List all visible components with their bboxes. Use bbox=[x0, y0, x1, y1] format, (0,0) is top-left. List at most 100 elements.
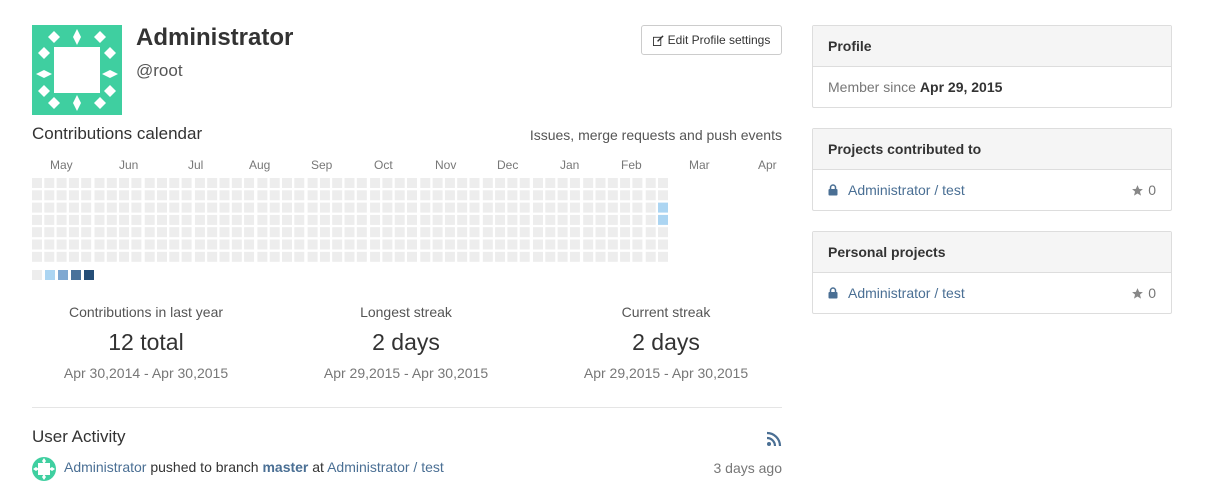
calendar-day[interactable] bbox=[294, 190, 305, 201]
calendar-day[interactable] bbox=[344, 227, 355, 238]
calendar-day[interactable] bbox=[370, 239, 381, 250]
calendar-day[interactable] bbox=[32, 214, 42, 225]
calendar-day[interactable] bbox=[294, 178, 305, 188]
calendar-day[interactable] bbox=[282, 202, 292, 213]
calendar-day[interactable] bbox=[44, 190, 55, 201]
calendar-day[interactable] bbox=[32, 239, 42, 250]
calendar-day[interactable] bbox=[169, 227, 180, 238]
calendar-day[interactable] bbox=[370, 178, 381, 188]
calendar-day[interactable] bbox=[231, 214, 242, 225]
calendar-day[interactable] bbox=[356, 178, 367, 188]
calendar-day[interactable] bbox=[44, 227, 55, 238]
calendar-day[interactable] bbox=[469, 178, 480, 188]
calendar-day[interactable] bbox=[519, 227, 530, 238]
calendar-day[interactable] bbox=[607, 239, 618, 250]
calendar-day[interactable] bbox=[632, 227, 643, 238]
calendar-day[interactable] bbox=[432, 178, 443, 188]
calendar-day[interactable] bbox=[257, 190, 268, 201]
calendar-day[interactable] bbox=[307, 190, 318, 201]
calendar-day[interactable] bbox=[319, 239, 330, 250]
calendar-day[interactable] bbox=[469, 202, 480, 213]
calendar-day[interactable] bbox=[457, 190, 468, 201]
calendar-day[interactable] bbox=[507, 190, 518, 201]
calendar-day[interactable] bbox=[344, 202, 355, 213]
calendar-day[interactable] bbox=[307, 251, 318, 262]
calendar-day[interactable] bbox=[68, 214, 79, 225]
calendar-day[interactable] bbox=[106, 178, 117, 188]
edit-profile-button[interactable]: Edit Profile settings bbox=[641, 25, 782, 55]
calendar-day[interactable] bbox=[157, 251, 167, 262]
calendar-day[interactable] bbox=[394, 190, 405, 201]
calendar-day[interactable] bbox=[583, 178, 594, 188]
calendar-day[interactable] bbox=[231, 239, 242, 250]
calendar-day[interactable] bbox=[370, 214, 381, 225]
calendar-day[interactable] bbox=[407, 202, 417, 213]
calendar-day[interactable] bbox=[231, 190, 242, 201]
calendar-day[interactable] bbox=[507, 214, 518, 225]
calendar-day[interactable] bbox=[507, 202, 518, 213]
calendar-day[interactable] bbox=[257, 239, 268, 250]
calendar-day[interactable] bbox=[344, 178, 355, 188]
calendar-day[interactable] bbox=[658, 178, 668, 188]
calendar-day[interactable] bbox=[181, 178, 192, 188]
calendar-day[interactable] bbox=[457, 251, 468, 262]
calendar-day[interactable] bbox=[32, 190, 42, 201]
calendar-day[interactable] bbox=[583, 227, 594, 238]
project-row[interactable]: Administrator / test 0 bbox=[813, 273, 1171, 313]
calendar-day[interactable] bbox=[81, 251, 92, 262]
calendar-day[interactable] bbox=[645, 251, 656, 262]
calendar-day[interactable] bbox=[244, 190, 255, 201]
calendar-day[interactable] bbox=[169, 214, 180, 225]
calendar-day[interactable] bbox=[94, 202, 105, 213]
calendar-day[interactable] bbox=[106, 239, 117, 250]
calendar-day[interactable] bbox=[394, 202, 405, 213]
calendar-day[interactable] bbox=[56, 214, 67, 225]
calendar-day[interactable] bbox=[231, 227, 242, 238]
calendar-day[interactable] bbox=[282, 239, 292, 250]
calendar-day[interactable] bbox=[219, 214, 230, 225]
calendar-day[interactable] bbox=[545, 190, 556, 201]
calendar-day[interactable] bbox=[81, 190, 92, 201]
calendar-day[interactable] bbox=[194, 239, 205, 250]
calendar-day[interactable] bbox=[507, 239, 518, 250]
calendar-day[interactable] bbox=[620, 190, 631, 201]
calendar-day[interactable] bbox=[507, 251, 518, 262]
calendar-day[interactable] bbox=[219, 190, 230, 201]
calendar-day[interactable] bbox=[457, 178, 468, 188]
calendar-day[interactable] bbox=[56, 251, 67, 262]
calendar-day[interactable] bbox=[533, 190, 543, 201]
calendar-day[interactable] bbox=[244, 202, 255, 213]
calendar-day[interactable] bbox=[44, 214, 55, 225]
calendar-day[interactable] bbox=[119, 227, 130, 238]
calendar-day[interactable] bbox=[269, 227, 280, 238]
calendar-day[interactable] bbox=[106, 202, 117, 213]
calendar-day[interactable] bbox=[533, 214, 543, 225]
calendar-day[interactable] bbox=[583, 214, 594, 225]
calendar-day[interactable] bbox=[68, 251, 79, 262]
calendar-day[interactable] bbox=[495, 239, 506, 250]
calendar-day[interactable] bbox=[169, 251, 180, 262]
calendar-day[interactable] bbox=[432, 239, 443, 250]
calendar-day[interactable] bbox=[207, 239, 218, 250]
calendar-day[interactable] bbox=[382, 227, 393, 238]
calendar-day[interactable] bbox=[144, 178, 155, 188]
calendar-day[interactable] bbox=[607, 178, 618, 188]
calendar-day[interactable] bbox=[106, 214, 117, 225]
calendar-day[interactable] bbox=[169, 178, 180, 188]
calendar-day[interactable] bbox=[144, 251, 155, 262]
calendar-day[interactable] bbox=[319, 202, 330, 213]
calendar-day[interactable] bbox=[144, 239, 155, 250]
calendar-day[interactable] bbox=[533, 202, 543, 213]
calendar-day[interactable] bbox=[382, 239, 393, 250]
calendar-day[interactable] bbox=[382, 251, 393, 262]
rss-icon[interactable] bbox=[766, 431, 782, 447]
calendar-day[interactable] bbox=[444, 227, 455, 238]
calendar-day[interactable] bbox=[620, 178, 631, 188]
calendar-day[interactable] bbox=[569, 214, 580, 225]
calendar-day[interactable] bbox=[595, 239, 606, 250]
calendar-day[interactable] bbox=[632, 214, 643, 225]
calendar-day[interactable] bbox=[583, 202, 594, 213]
calendar-day[interactable] bbox=[620, 214, 631, 225]
calendar-day[interactable] bbox=[106, 227, 117, 238]
calendar-day[interactable] bbox=[432, 214, 443, 225]
